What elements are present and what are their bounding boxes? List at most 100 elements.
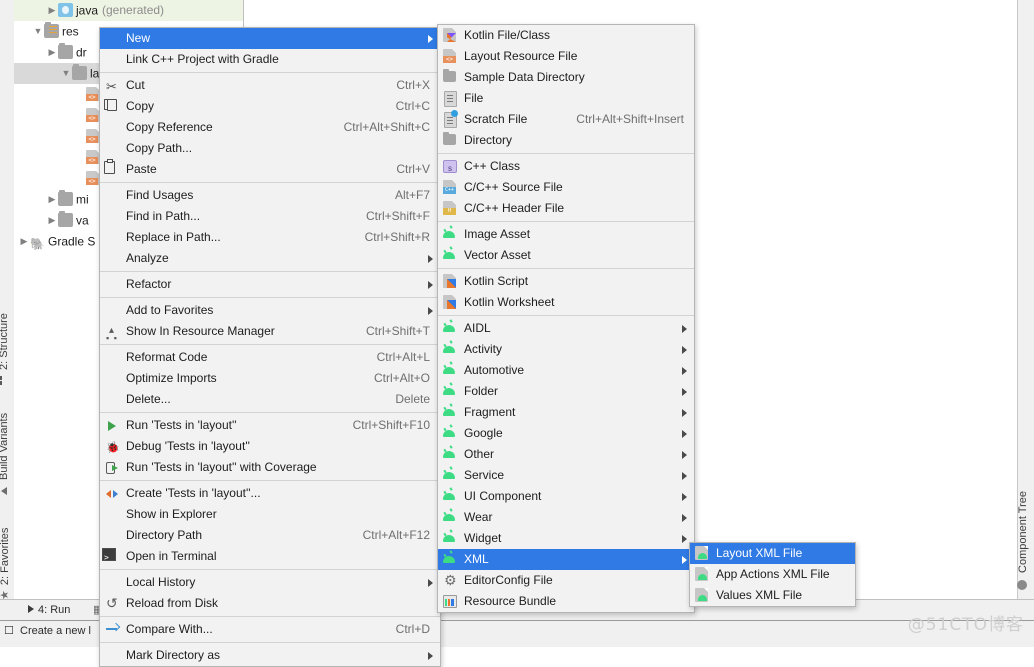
run-tool-tab[interactable]: 4: Run: [28, 600, 70, 621]
menu-item-new[interactable]: New: [100, 28, 440, 49]
sidebar-item-structure[interactable]: 2: Structure: [0, 313, 10, 385]
chevron-down-icon[interactable]: ▼: [32, 21, 44, 42]
menu-item-cut[interactable]: Cut Ctrl+X: [100, 75, 440, 97]
menu-item-directory-path[interactable]: Directory Path Ctrl+Alt+F12: [100, 525, 440, 546]
status-checkbox-icon[interactable]: ☐: [4, 621, 14, 642]
menu-item-copy-path[interactable]: Copy Path...: [100, 138, 440, 159]
menu-item-automotive[interactable]: Automotive: [438, 360, 694, 381]
menu-item-debug-tests-in-layout[interactable]: Debug 'Tests in 'layout'': [100, 436, 440, 459]
new-submenu[interactable]: Kotlin File/Class Layout Resource File Sam…: [437, 24, 695, 613]
menu-item-label: Directory: [464, 133, 513, 147]
menu-item-activity[interactable]: Activity: [438, 339, 694, 360]
menu-item-directory[interactable]: Directory: [438, 130, 694, 151]
menu-item-resource-bundle[interactable]: Resource Bundle: [438, 591, 694, 612]
menu-item-label: Kotlin File/Class: [464, 28, 551, 42]
menu-item-kotlin-script[interactable]: Kotlin Script: [438, 271, 694, 292]
android-icon: [442, 407, 456, 416]
component-tree-icon: [1017, 580, 1027, 590]
menu-item-wear[interactable]: Wear: [438, 507, 694, 528]
android-icon: [442, 512, 456, 521]
menu-item-image-asset[interactable]: Image Asset: [438, 224, 694, 245]
menu-item-copy[interactable]: Copy Ctrl+C: [100, 96, 440, 117]
menu-item-vector-asset[interactable]: Vector Asset: [438, 245, 694, 266]
menu-separator: [100, 480, 440, 481]
menu-item-label: Find Usages: [126, 188, 194, 202]
chevron-right-icon[interactable]: ▶: [46, 189, 58, 210]
menu-item-show-in-explorer[interactable]: Show in Explorer: [100, 504, 440, 525]
menu-item-create-tests-in-layout[interactable]: Create 'Tests in 'layout''...: [100, 483, 440, 504]
menu-item-delete[interactable]: Delete... Delete: [100, 389, 440, 410]
menu-item-label: Copy Path...: [126, 141, 193, 155]
menu-item-local-history[interactable]: Local History: [100, 572, 440, 593]
context-menu[interactable]: New Link C++ Project with Gradle Cut Ctrl+X…: [99, 27, 441, 667]
tree-row-label: la: [90, 66, 100, 81]
menu-item-c-c-header-file[interactable]: C/C++ Header File: [438, 198, 694, 219]
menu-item-compare-with[interactable]: Compare With... Ctrl+D: [100, 619, 440, 640]
menu-item-c-c-source-file[interactable]: C/C++ Source File: [438, 177, 694, 198]
menu-separator: [100, 297, 440, 298]
menu-item-refactor[interactable]: Refactor: [100, 274, 440, 295]
menu-item-reformat-code[interactable]: Reformat Code Ctrl+Alt+L: [100, 347, 440, 368]
menu-item-link-c-project-with-gradle[interactable]: Link C++ Project with Gradle: [100, 49, 440, 70]
chevron-right-icon[interactable]: ▶: [18, 231, 30, 252]
xml-submenu[interactable]: Layout XML File App Actions XML File Value…: [689, 542, 856, 607]
menu-item-folder[interactable]: Folder: [438, 381, 694, 402]
menu-item-mark-directory-as[interactable]: Mark Directory as: [100, 645, 440, 666]
menu-item-optimize-imports[interactable]: Optimize Imports Ctrl+Alt+O: [100, 368, 440, 389]
menu-item-run-tests-in-layout[interactable]: Run 'Tests in 'layout'' Ctrl+Shift+F10: [100, 415, 440, 436]
android-icon: [442, 386, 456, 395]
menu-item-analyze[interactable]: Analyze: [100, 248, 440, 269]
menu-item-layout-resource-file[interactable]: Layout Resource File: [438, 46, 694, 67]
menu-item-show-in-resource-manager[interactable]: Show In Resource Manager Ctrl+Shift+T: [100, 320, 440, 349]
menu-item-paste[interactable]: Paste Ctrl+V: [100, 159, 440, 180]
menu-item-find-usages[interactable]: Find Usages Alt+F7: [100, 185, 440, 206]
chevron-right-icon: [682, 535, 687, 543]
menu-item-editorconfig-file[interactable]: EditorConfig File: [438, 570, 694, 591]
gradle-icon: 🐘: [30, 237, 45, 251]
menu-item-kotlin-file-class[interactable]: Kotlin File/Class: [438, 25, 694, 46]
menu-item-values-xml-file[interactable]: Values XML File: [690, 585, 855, 606]
sidebar-item-build-variants[interactable]: Build Variants: [0, 413, 10, 495]
menu-item-run-tests-in-layout-with-coverage[interactable]: Run 'Tests in 'layout'' with Coverage: [100, 457, 440, 478]
menu-item-open-in-terminal[interactable]: Open in Terminal: [100, 546, 440, 568]
menu-item-other[interactable]: Other: [438, 444, 694, 465]
menu-item-aidl[interactable]: AIDL: [438, 318, 694, 339]
menu-item-xml[interactable]: XML: [438, 549, 694, 570]
android-icon: [442, 250, 456, 259]
cpp-header-icon: [443, 201, 456, 215]
menu-item-layout-xml-file[interactable]: Layout XML File: [690, 543, 855, 564]
chevron-right-icon[interactable]: ▶: [46, 42, 58, 63]
menu-item-copy-reference[interactable]: Copy Reference Ctrl+Alt+Shift+C: [100, 117, 440, 138]
menu-item-widget[interactable]: Widget: [438, 528, 694, 549]
menu-item-fragment[interactable]: Fragment: [438, 402, 694, 423]
tree-row[interactable]: ▶ java (generated): [14, 0, 243, 21]
sidebar-item-component-tree[interactable]: Component Tree: [1017, 491, 1029, 590]
menu-item-app-actions-xml-file[interactable]: App Actions XML File: [690, 564, 855, 585]
menu-item-label: Folder: [464, 384, 499, 398]
menu-separator: [438, 221, 694, 222]
menu-item-reload-from-disk[interactable]: Reload from Disk: [100, 593, 440, 614]
menu-item-add-to-favorites[interactable]: Add to Favorites: [100, 300, 440, 321]
chevron-right-icon[interactable]: ▶: [46, 210, 58, 231]
sidebar-item-favorites[interactable]: ★ 2: Favorites: [0, 528, 11, 600]
menu-item-find-in-path[interactable]: Find in Path... Ctrl+Shift+F: [100, 206, 440, 227]
menu-item-ui-component[interactable]: UI Component: [438, 486, 694, 507]
menu-item-kotlin-worksheet[interactable]: Kotlin Worksheet: [438, 292, 694, 313]
cpp-source-icon: [443, 180, 456, 194]
menu-separator: [100, 72, 440, 73]
chevron-right-icon: [682, 514, 687, 522]
menu-item-file[interactable]: File: [438, 88, 694, 109]
menu-item-service[interactable]: Service: [438, 465, 694, 486]
menu-item-label: Kotlin Script: [464, 274, 529, 288]
menu-separator: [100, 616, 440, 617]
menu-item-shortcut: Alt+F7: [394, 188, 430, 202]
build-variants-icon: [1, 487, 7, 495]
chevron-right-icon[interactable]: ▶: [46, 0, 58, 21]
menu-item-google[interactable]: Google: [438, 423, 694, 444]
chevron-right-icon: [428, 281, 433, 289]
chevron-down-icon[interactable]: ▼: [60, 63, 72, 84]
menu-item-c-class[interactable]: C++ Class: [438, 156, 694, 179]
menu-item-sample-data-directory[interactable]: Sample Data Directory: [438, 67, 694, 88]
menu-item-replace-in-path[interactable]: Replace in Path... Ctrl+Shift+R: [100, 227, 440, 248]
menu-item-scratch-file[interactable]: Scratch File Ctrl+Alt+Shift+Insert: [438, 109, 694, 130]
